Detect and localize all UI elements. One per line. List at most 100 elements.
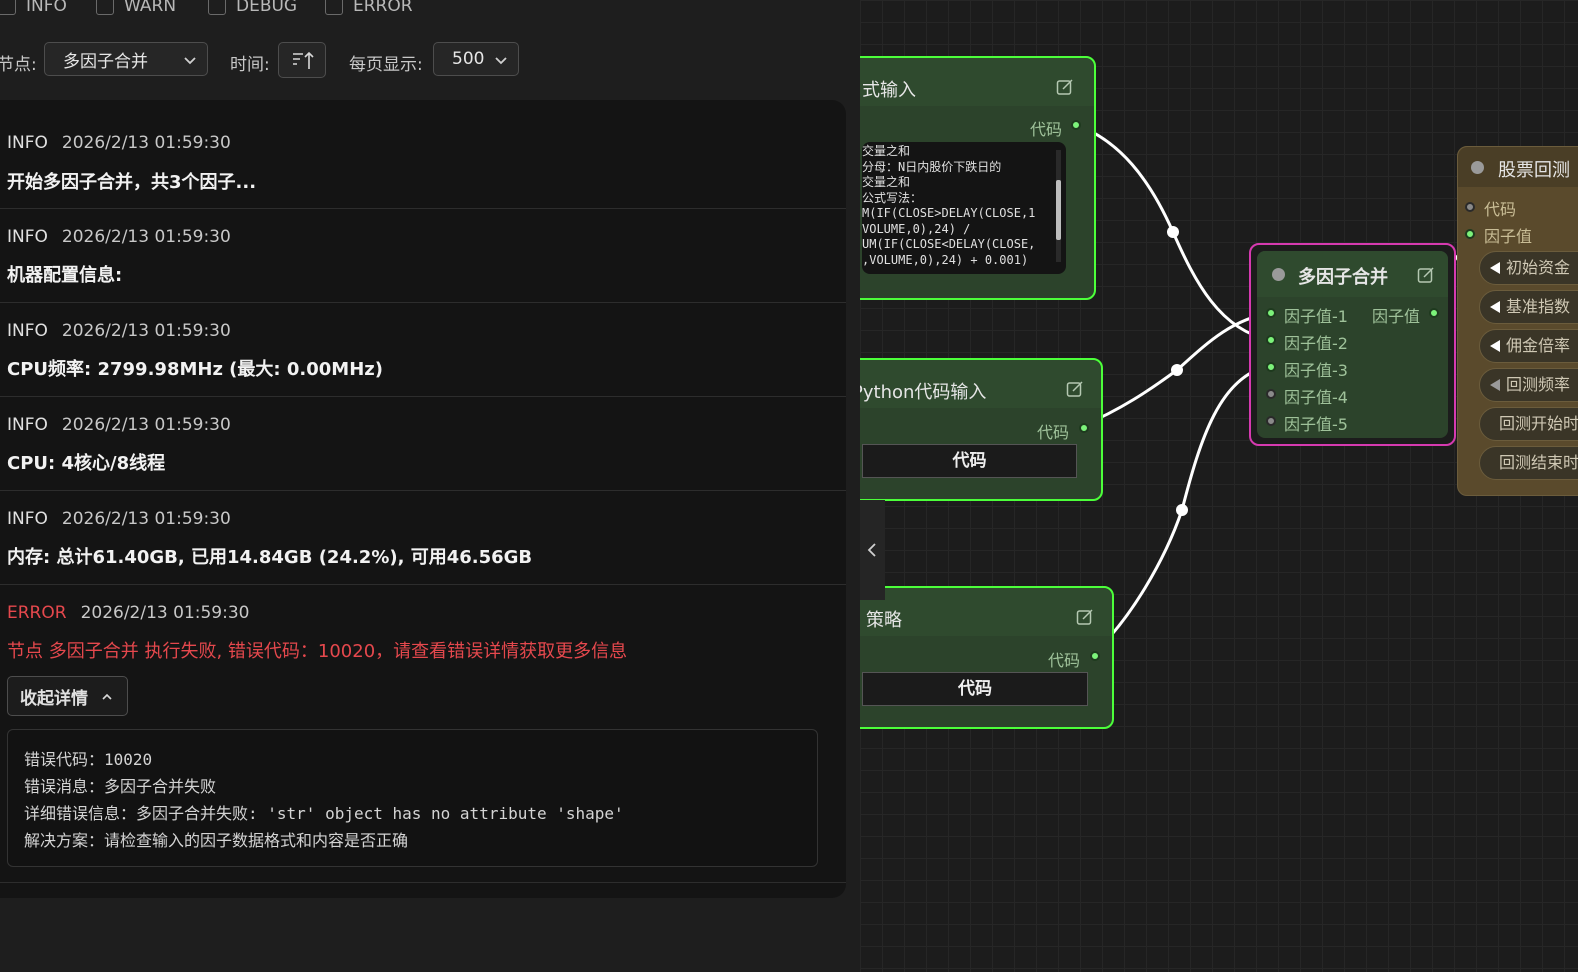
- page-size-select[interactable]: 500: [433, 42, 519, 76]
- python-code-field[interactable]: 代码: [862, 444, 1077, 478]
- code-line: ,VOLUME,0),24) + 0.001): [862, 252, 1029, 267]
- merge-input-port-2[interactable]: [1266, 335, 1276, 345]
- log-level: ERROR: [7, 603, 67, 623]
- wire-joint: [1176, 504, 1188, 516]
- triangle-left-icon: [1490, 262, 1500, 274]
- python-node[interactable]: Python代码输入 代码 代码: [860, 358, 1103, 501]
- param-backtest-end[interactable]: 回测结束时间: [1479, 446, 1578, 480]
- filter-warn[interactable]: WARN: [96, 0, 176, 16]
- merge-node-header[interactable]: 多因子合并: [1257, 251, 1448, 297]
- merge-input-label: 因子值-4: [1284, 388, 1348, 407]
- log-list[interactable]: INFO 2026/2/13 01:59:30 开始多因子合并，共3个因子... …: [0, 100, 846, 898]
- chevron-down-icon: [184, 57, 196, 65]
- panel-collapse-toggle[interactable]: [860, 500, 885, 600]
- code-scrollbar-thumb[interactable]: [1056, 180, 1061, 240]
- backtest-input-port-code[interactable]: [1465, 202, 1475, 212]
- param-benchmark-index[interactable]: 基准指数: [1479, 290, 1578, 324]
- level-filters: INFO WARN DEBUG ERROR: [0, 0, 860, 20]
- filter-debug[interactable]: DEBUG: [208, 0, 297, 16]
- node-select[interactable]: 多因子合并: [44, 42, 208, 76]
- param-label: 回测开始时间: [1499, 414, 1578, 433]
- formula-node-header[interactable]: 式输入: [860, 58, 1094, 106]
- log-entry: INFO 2026/2/13 01:59:30 CPU: 4核心/8线程: [0, 397, 846, 491]
- log-toolbar: 节点: 多因子合并 时间: 每页显示: 500: [0, 42, 860, 78]
- python-output-port[interactable]: [1079, 423, 1089, 433]
- param-commission-multiplier[interactable]: 佣金倍率: [1479, 329, 1578, 363]
- merge-input-port-3[interactable]: [1266, 362, 1276, 372]
- filter-warn-label: WARN: [124, 0, 177, 16]
- log-message: CPU: 4核心/8线程: [7, 453, 166, 474]
- wire-joint: [1167, 226, 1179, 238]
- collapse-details-label: 收起详情: [20, 688, 88, 709]
- log-time: 2026/2/13 01:59:30: [61, 133, 231, 153]
- merge-input-port-1[interactable]: [1266, 308, 1276, 318]
- merge-input-label: 因子值-5: [1284, 415, 1348, 434]
- edit-icon[interactable]: [1056, 78, 1074, 96]
- chevron-left-icon: [867, 543, 876, 557]
- error-checkbox[interactable]: [325, 0, 343, 15]
- status-indicator-icon: [1272, 268, 1285, 281]
- merge-input-label: 因子值-2: [1284, 334, 1348, 353]
- log-message: CPU频率: 2799.98MHz (最大: 0.00MHz): [7, 359, 383, 380]
- triangle-left-icon: [1490, 340, 1500, 352]
- warn-checkbox[interactable]: [96, 0, 114, 15]
- info-checkbox[interactable]: [0, 0, 16, 15]
- log-time: 2026/2/13 01:59:30: [80, 603, 250, 623]
- code-scrollbar[interactable]: [1056, 150, 1061, 262]
- param-backtest-frequency[interactable]: 回测频率: [1479, 368, 1578, 402]
- error-detail-line: 错误代码：10020: [24, 750, 153, 769]
- code-line: 交量之和: [862, 175, 911, 189]
- merge-output-label: 因子值: [1372, 307, 1421, 326]
- log-message: 节点 多因子合并 执行失败, 错误代码：10020，请查看错误详情获取更多信息: [7, 641, 628, 662]
- status-indicator-icon: [1471, 161, 1484, 174]
- page-size-value: 500: [452, 49, 485, 69]
- merge-input-port-4[interactable]: [1266, 389, 1276, 399]
- log-level: INFO: [7, 415, 48, 435]
- code-line: 分母：N日内股价下跌日的: [862, 159, 1002, 174]
- backtest-node[interactable]: 股票回测 代码 因子值 初始资金 基准指数 佣金倍率 回测频率 回测开始时间 回…: [1457, 146, 1578, 496]
- strategy-output-label: 代码: [1048, 651, 1081, 670]
- triangle-left-icon: [1490, 379, 1500, 391]
- formula-node[interactable]: 式输入 代码 交量之和 分母：N日内股价下跌日的 交量之和 公式写法： M(IF(CLO…: [860, 56, 1096, 300]
- python-output-label: 代码: [1037, 423, 1070, 442]
- edit-icon[interactable]: [1417, 266, 1435, 284]
- backtest-node-title: 股票回测: [1498, 160, 1570, 181]
- merge-node[interactable]: 多因子合并 因子值-1 因子值-2 因子值-3 因子值-4 因子值-5 因子值: [1249, 243, 1456, 446]
- merge-input-label: 因子值-1: [1284, 307, 1348, 326]
- param-initial-capital[interactable]: 初始资金: [1479, 251, 1578, 285]
- python-node-header[interactable]: Python代码输入: [860, 360, 1101, 408]
- merge-output-port[interactable]: [1429, 308, 1439, 318]
- merge-input-port-5[interactable]: [1266, 416, 1276, 426]
- log-meta: ERROR 2026/2/13 01:59:30: [7, 603, 249, 623]
- param-backtest-start[interactable]: 回测开始时间: [1479, 407, 1578, 441]
- param-label: 基准指数: [1506, 297, 1571, 316]
- log-entry: INFO 2026/2/13 01:59:30 CPU频率: 2799.98MHz…: [0, 303, 846, 397]
- log-message: 开始多因子合并，共3个因子...: [7, 172, 257, 193]
- strategy-code-field[interactable]: 代码: [862, 672, 1088, 706]
- filter-info[interactable]: INFO: [0, 0, 67, 16]
- param-label: 回测结束时间: [1499, 453, 1578, 472]
- filter-error[interactable]: ERROR: [325, 0, 413, 16]
- param-label: 初始资金: [1506, 258, 1571, 277]
- formula-code-editor[interactable]: 交量之和 分母：N日内股价下跌日的 交量之和 公式写法： M(IF(CLOSE>DELA…: [862, 142, 1066, 274]
- collapse-details-button[interactable]: 收起详情: [7, 676, 128, 716]
- page-size-label: 每页显示:: [349, 55, 423, 75]
- strategy-node[interactable]: 策略 代码 代码: [860, 586, 1114, 729]
- sort-ascending-icon: [293, 51, 314, 69]
- edit-icon[interactable]: [1066, 380, 1084, 398]
- backtest-input-label: 代码: [1484, 200, 1517, 219]
- edit-icon[interactable]: [1076, 608, 1094, 626]
- backtest-node-header[interactable]: 股票回测: [1458, 147, 1578, 187]
- strategy-output-port[interactable]: [1090, 651, 1100, 661]
- time-sort-button[interactable]: [278, 42, 326, 78]
- merge-node-title: 多因子合并: [1298, 267, 1388, 288]
- merge-node-body[interactable]: 多因子合并 因子值-1 因子值-2 因子值-3 因子值-4 因子值-5 因子值: [1257, 251, 1448, 438]
- debug-checkbox[interactable]: [208, 0, 226, 15]
- chevron-up-icon: [102, 693, 112, 700]
- formula-output-port[interactable]: [1071, 120, 1081, 130]
- workflow-canvas[interactable]: 式输入 代码 交量之和 分母：N日内股价下跌日的 交量之和 公式写法： M(IF(CLO…: [860, 0, 1578, 972]
- param-label: 佣金倍率: [1506, 336, 1571, 355]
- strategy-node-header[interactable]: 策略: [860, 588, 1112, 636]
- backtest-input-port-factor[interactable]: [1465, 229, 1475, 239]
- log-time: 2026/2/13 01:59:30: [61, 509, 231, 529]
